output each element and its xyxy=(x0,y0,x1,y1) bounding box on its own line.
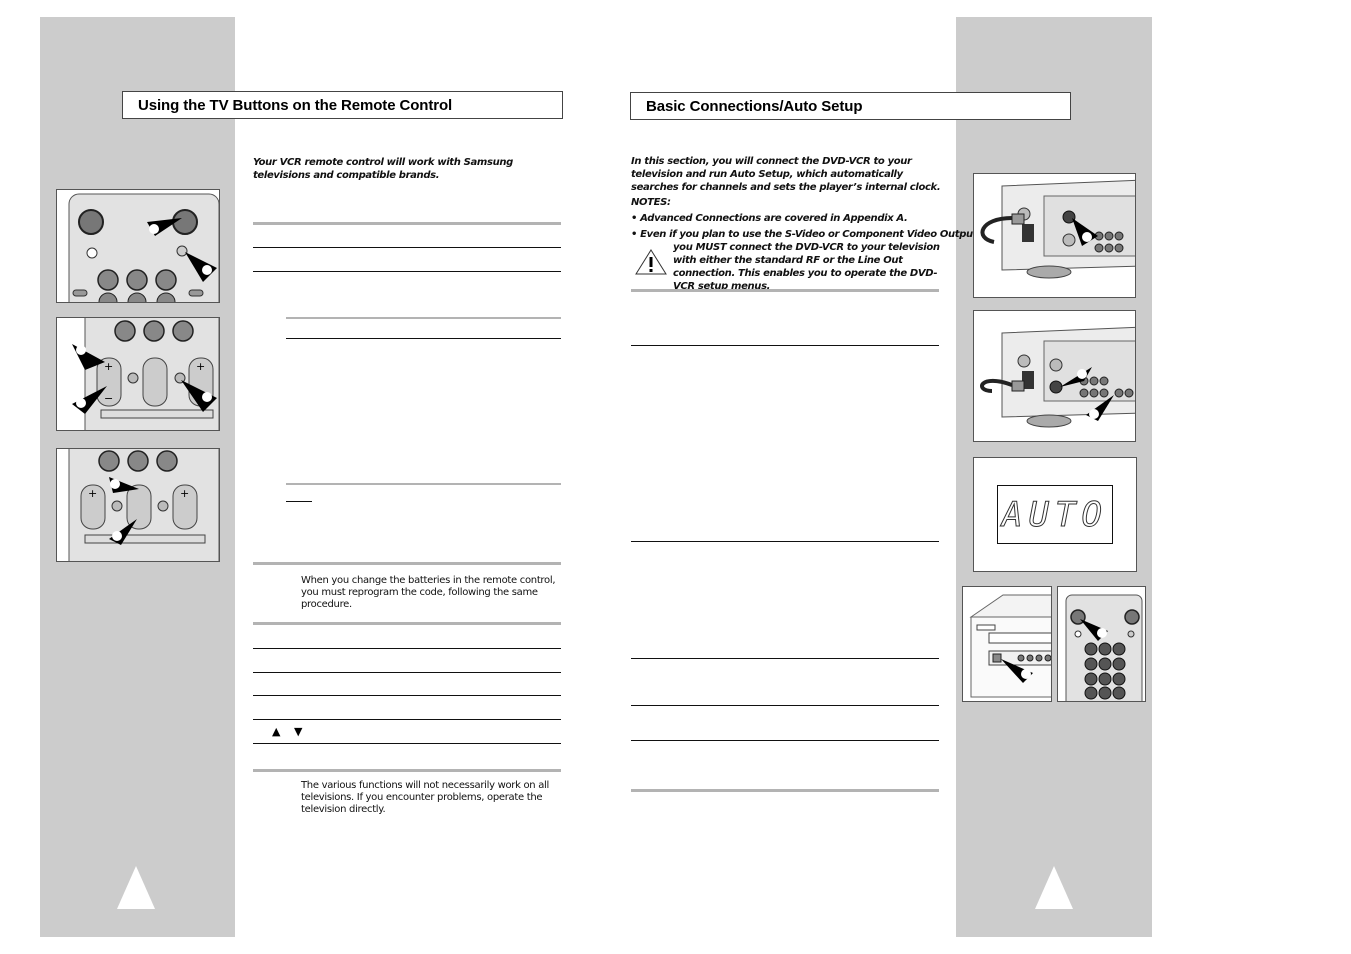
callout-marker-icon xyxy=(202,265,212,275)
warning-icon xyxy=(634,248,668,276)
note-divider xyxy=(253,769,561,772)
callout-marker-icon xyxy=(1089,409,1099,419)
svg-text:−: − xyxy=(104,392,113,405)
callout-marker-icon xyxy=(76,398,86,408)
callout-marker-icon xyxy=(76,345,86,355)
step-divider xyxy=(631,345,939,346)
step-divider xyxy=(631,541,939,542)
callout-marker-icon xyxy=(202,392,212,402)
right-section-title-box: Basic Connections/Auto Setup xyxy=(630,92,1071,120)
callout-marker-icon xyxy=(1077,369,1087,379)
svg-text:+: + xyxy=(196,360,205,373)
figure-remote-volume-buttons: + − + xyxy=(56,317,220,431)
functions-note: The various functions will not necessari… xyxy=(301,780,549,815)
left-page-title: Using the TV Buttons on the Remote Contr… xyxy=(138,97,453,114)
front-display-window: AUTO xyxy=(997,485,1113,544)
left-intro-text: Your VCR remote control will work with S… xyxy=(253,157,513,181)
step-divider xyxy=(253,695,561,696)
power-button-icon xyxy=(78,209,104,235)
step-divider xyxy=(253,719,561,720)
left-section-title-box: Using the TV Buttons on the Remote Contr… xyxy=(122,91,563,119)
vcr-rear-panel-illustration xyxy=(980,179,1135,279)
step-divider xyxy=(253,222,561,225)
step-divider xyxy=(253,672,561,673)
display-readout: AUTO xyxy=(1002,494,1108,535)
right-page-title: Basic Connections/Auto Setup xyxy=(646,98,863,115)
step-divider xyxy=(631,705,939,706)
substep-divider xyxy=(286,317,561,319)
callout-marker-icon xyxy=(112,531,122,541)
note-svideo-rest: you MUST connect the DVD-VCR to your tel… xyxy=(673,242,940,292)
step-divider xyxy=(631,658,939,659)
substep-divider xyxy=(286,483,561,485)
callout-marker-icon xyxy=(1082,232,1092,242)
battery-note: When you change the batteries in the rem… xyxy=(301,575,556,610)
arrow-down-icon: ▼ xyxy=(294,725,303,738)
figure-remote-power xyxy=(1057,586,1146,702)
dvd-vcr-front-illustration xyxy=(969,594,1051,698)
step-divider xyxy=(253,743,561,744)
arrow-up-icon: ▲ xyxy=(272,725,281,738)
page-marker-triangle-left xyxy=(117,866,155,909)
remote-illustration xyxy=(1065,594,1143,701)
note-divider xyxy=(253,562,561,565)
figure-front-panel-power xyxy=(962,586,1052,702)
step-divider xyxy=(631,289,939,292)
figure-remote-channel-buttons: + + xyxy=(56,448,220,562)
callout-marker-icon xyxy=(149,224,159,234)
note-appendix: • Advanced Connections are covered in Ap… xyxy=(631,213,908,224)
remote-illustration: + − + xyxy=(72,318,219,430)
callout-marker-icon xyxy=(1021,669,1031,679)
figure-antenna-in-connection xyxy=(973,173,1136,298)
short-underline xyxy=(286,501,312,502)
right-intro-text: In this section, you will connect the DV… xyxy=(631,156,941,193)
callout-marker-icon xyxy=(1097,628,1107,638)
step-divider xyxy=(253,648,561,649)
remote-illustration xyxy=(68,193,219,302)
tv-power-button-icon xyxy=(172,209,198,235)
section-end-divider xyxy=(631,789,939,792)
substep-divider xyxy=(286,338,561,339)
figure-auto-display: AUTO xyxy=(973,457,1137,572)
remote-illustration: + + xyxy=(68,449,219,561)
step-divider xyxy=(253,622,561,625)
callout-marker-icon xyxy=(110,479,120,489)
svg-text:+: + xyxy=(104,360,113,373)
vcr-rear-panel-illustration xyxy=(980,326,1135,428)
step-divider xyxy=(253,271,561,272)
figure-remote-power-buttons xyxy=(56,189,220,303)
step-divider xyxy=(253,247,561,248)
svg-text:+: + xyxy=(88,487,97,500)
step-divider xyxy=(631,740,939,741)
note-svideo-lead: • Even if you plan to use the S-Video or… xyxy=(631,229,987,240)
page-marker-triangle-right xyxy=(1035,866,1073,909)
notes-label: NOTES: xyxy=(631,197,671,208)
svg-text:+: + xyxy=(180,487,189,500)
figure-rf-out-connection xyxy=(973,310,1136,442)
